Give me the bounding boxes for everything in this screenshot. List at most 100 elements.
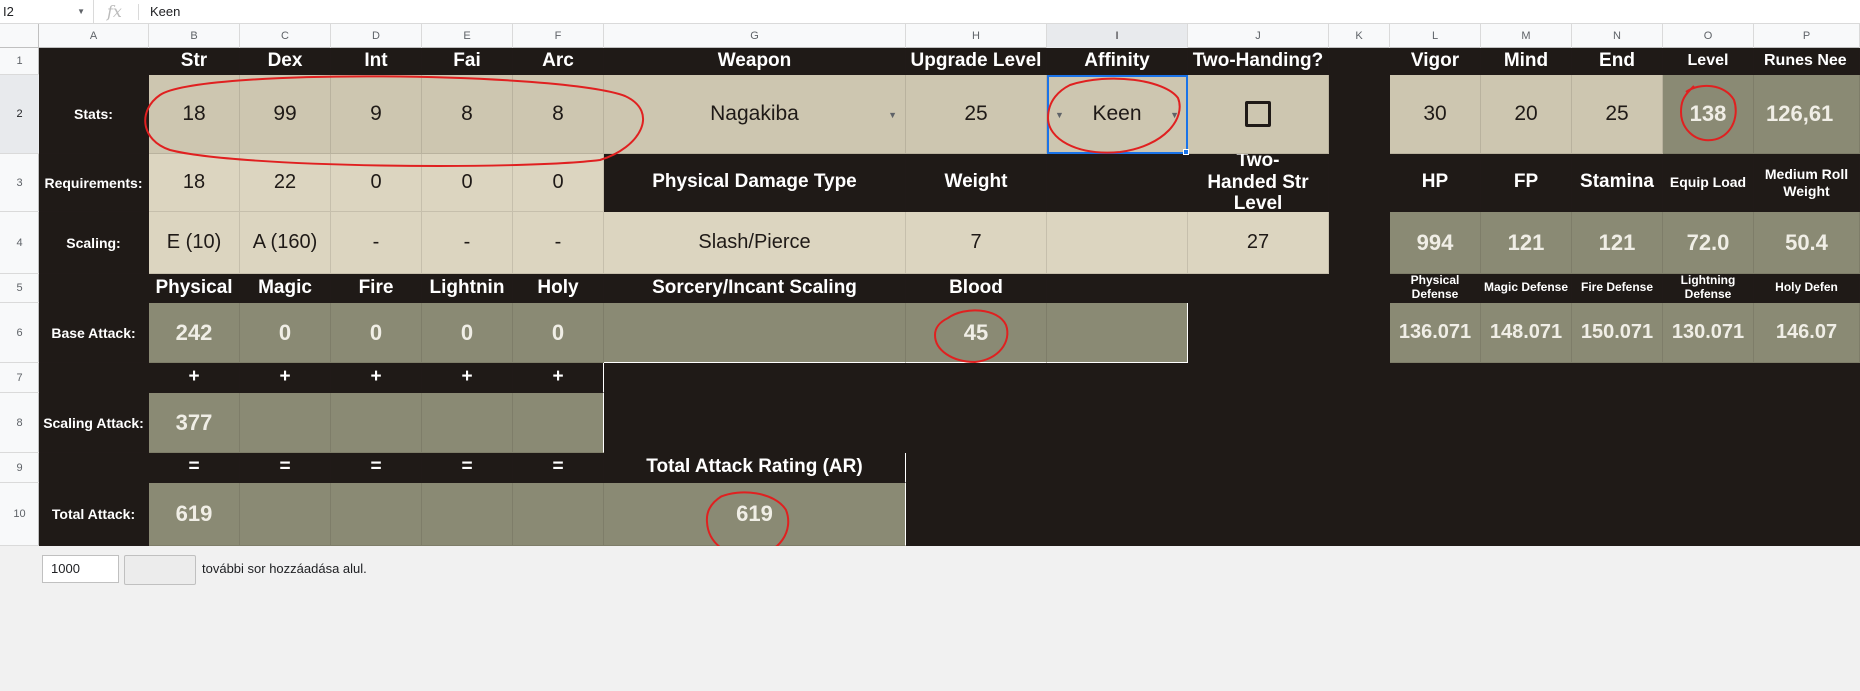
two-handing-cell[interactable] [1188,75,1329,154]
sorcery-scaling-value[interactable] [604,303,906,363]
column-header-k[interactable]: K [1329,24,1390,48]
selection-fill-handle[interactable] [1183,149,1189,155]
total-fire-value[interactable] [331,483,422,546]
add-rows-count-input[interactable]: 1000 [42,555,119,583]
column-header-l[interactable]: L [1390,24,1481,48]
header-mind[interactable]: Mind [1481,48,1572,75]
req-str-value[interactable]: 18 [149,154,240,212]
total-lightning-value[interactable] [422,483,513,546]
header-weapon[interactable]: Weapon [604,48,906,75]
row-header-10[interactable]: 10 [0,483,39,546]
scaling-arc-value[interactable]: - [513,212,604,274]
base-lightning-value[interactable]: 0 [422,303,513,363]
total-magic-value[interactable] [240,483,331,546]
header-lightning[interactable]: Lightnin [422,274,513,303]
two-handing-checkbox[interactable] [1245,101,1271,127]
header-hp[interactable]: HP [1390,154,1481,212]
select-all-corner[interactable] [0,24,39,48]
header-int[interactable]: Int [331,48,422,75]
header-magic-defense[interactable]: Magic Defense [1481,274,1572,303]
row-header-4[interactable]: 4 [0,212,39,274]
total-physical-value[interactable]: 619 [149,483,240,546]
header-blood[interactable]: Blood [906,274,1047,303]
base-fire-value[interactable]: 0 [331,303,422,363]
scaling-magic-value[interactable] [240,393,331,453]
base-attack-empty-cell[interactable] [1047,303,1188,363]
header-fire[interactable]: Fire [331,274,422,303]
header-fire-defense[interactable]: Fire Defense [1572,274,1663,303]
header-physical-damage-type[interactable]: Physical Damage Type [604,154,906,212]
label-requirements[interactable]: Requirements: [39,154,149,212]
base-physical-value[interactable]: 242 [149,303,240,363]
header-runes-needed[interactable]: Runes Nee [1754,48,1860,75]
hp-value[interactable]: 994 [1390,212,1481,274]
add-rows-button[interactable] [124,555,196,585]
scaling-lightning-value[interactable] [422,393,513,453]
header-level[interactable]: Level [1663,48,1754,75]
header-physical[interactable]: Physical [149,274,240,303]
header-weight[interactable]: Weight [906,154,1047,212]
scaling-int-value[interactable]: - [331,212,422,274]
stamina-value[interactable]: 121 [1572,212,1663,274]
equip-load-value[interactable]: 72.0 [1663,212,1754,274]
header-equip-load[interactable]: Equip Load [1663,154,1754,212]
header-total-attack-rating[interactable]: Total Attack Rating (AR) [604,453,906,483]
formula-input[interactable]: Keen [150,0,180,23]
mind-value[interactable]: 20 [1481,75,1572,154]
runes-needed-value[interactable]: 126,61 [1754,75,1860,154]
stat-fai-value[interactable]: 8 [422,75,513,154]
blood-value[interactable]: 45 [906,303,1047,363]
header-str[interactable]: Str [149,48,240,75]
header-upgrade-level[interactable]: Upgrade Level [906,48,1047,75]
header-two-handed-str-level[interactable]: Two-Handed Str Level [1188,154,1329,212]
row-header-1[interactable]: 1 [0,48,39,75]
header-holy[interactable]: Holy [513,274,604,303]
magic-defense-value[interactable]: 148.071 [1481,303,1572,363]
header-holy-defense[interactable]: Holy Defen [1754,274,1860,303]
base-holy-value[interactable]: 0 [513,303,604,363]
fire-defense-value[interactable]: 150.071 [1572,303,1663,363]
stat-arc-value[interactable]: 8 [513,75,604,154]
base-magic-value[interactable]: 0 [240,303,331,363]
header-sorcery-incant-scaling[interactable]: Sorcery/Incant Scaling [604,274,906,303]
header-dex[interactable]: Dex [240,48,331,75]
column-header-d[interactable]: D [331,24,422,48]
scaling-fire-value[interactable] [331,393,422,453]
holy-defense-value[interactable]: 146.07 [1754,303,1860,363]
column-header-e[interactable]: E [422,24,513,48]
fp-value[interactable]: 121 [1481,212,1572,274]
column-header-a[interactable]: A [39,24,149,48]
label-scaling-attack[interactable]: Scaling Attack: [39,393,149,453]
header-fp[interactable]: FP [1481,154,1572,212]
header-two-handing[interactable]: Two-Handing? [1188,48,1329,75]
scaling-str-value[interactable]: E (10) [149,212,240,274]
header-arc[interactable]: Arc [513,48,604,75]
upgrade-level-value[interactable]: 25 [906,75,1047,154]
affinity-dropdown[interactable]: ▼ Keen ▼ [1047,75,1188,154]
header-fai[interactable]: Fai [422,48,513,75]
column-header-h[interactable]: H [906,24,1047,48]
dropdown-arrow-icon[interactable]: ▼ [1055,110,1064,120]
stat-str-value[interactable]: 18 [149,75,240,154]
req-arc-value[interactable]: 0 [513,154,604,212]
level-value[interactable]: 138 [1663,75,1754,154]
dropdown-arrow-icon[interactable]: ▼ [888,110,897,120]
lightning-defense-value[interactable]: 130.071 [1663,303,1754,363]
header-stamina[interactable]: Stamina [1572,154,1663,212]
column-header-p[interactable]: P [1754,24,1860,48]
name-box[interactable]: I2 ▼ [0,0,94,23]
column-header-j[interactable]: J [1188,24,1329,48]
medium-roll-weight-value[interactable]: 50.4 [1754,212,1860,274]
row-header-7[interactable]: 7 [0,363,39,393]
vigor-value[interactable]: 30 [1390,75,1481,154]
stat-dex-value[interactable]: 99 [240,75,331,154]
row-header-6[interactable]: 6 [0,303,39,363]
label-scaling[interactable]: Scaling: [39,212,149,274]
two-handed-str-value[interactable]: 27 [1188,212,1329,274]
stat-int-value[interactable]: 9 [331,75,422,154]
scaling-dex-value[interactable]: A (160) [240,212,331,274]
end-value[interactable]: 25 [1572,75,1663,154]
scaling-empty-cell[interactable] [1047,212,1188,274]
total-ar-value[interactable]: 619 [604,483,906,546]
column-header-c[interactable]: C [240,24,331,48]
